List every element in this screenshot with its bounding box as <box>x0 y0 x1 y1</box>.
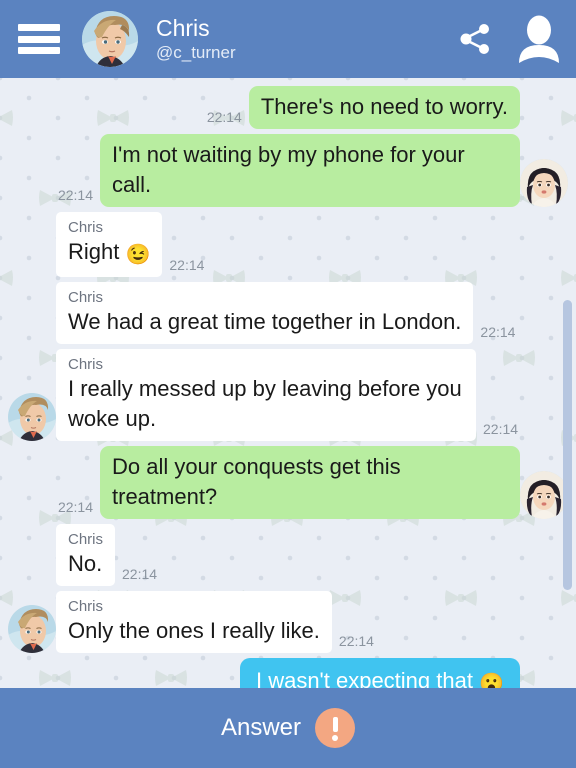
message-text-content: There's no need to worry. <box>260 94 508 119</box>
message-emoji: 😉 <box>125 244 151 266</box>
message-text: I wasn't expecting that 😮 <box>256 666 504 688</box>
chat-message-area[interactable]: 22:14 There's no need to worry. 22:14 I'm n… <box>0 78 576 688</box>
chris-avatar[interactable] <box>8 393 56 441</box>
message-text-content: Right <box>68 239 120 264</box>
message-sender: Chris <box>68 219 104 236</box>
message-row: Chris I really messed up by leaving befor… <box>0 349 576 441</box>
message-text: No. <box>68 549 103 579</box>
message-text: There's no need to worry. <box>261 92 508 122</box>
message-text: We had a great time together in London. <box>68 307 461 337</box>
message-text-content: We had a great time together in London. <box>68 309 462 334</box>
message-text: Only the ones I really like. <box>68 616 320 646</box>
message-text: I really messed up by leaving before you… <box>68 374 464 434</box>
message-bubble[interactable]: Chris Right 😉 <box>56 212 163 277</box>
avatar-slot <box>520 159 568 207</box>
person-icon[interactable] <box>516 15 562 63</box>
avatar-slot <box>8 605 56 653</box>
message-row: Chris Only the ones I really like. 22:14 <box>0 591 576 653</box>
bottom-action-bar: Answer <box>0 688 576 768</box>
exclamation-icon <box>315 708 356 748</box>
user-avatar[interactable] <box>520 159 568 207</box>
message-row: Chris Right 😉 22:14 <box>0 212 576 277</box>
message-row: Chris No. 22:14 <box>0 524 576 586</box>
message-text-content: Do all your conquests get this treatment… <box>112 454 401 509</box>
message-timestamp: 22:14 <box>480 324 516 340</box>
message-row: 22:14 Do all your conquests get this trea… <box>0 446 576 519</box>
message-text-content: No. <box>68 551 103 576</box>
user-avatar[interactable] <box>520 471 568 519</box>
message-timestamp: 22:14 <box>483 421 519 437</box>
message-sender: Chris <box>68 289 104 306</box>
hamburger-menu-icon[interactable] <box>18 24 60 54</box>
message-text: Do all your conquests get this treatment… <box>112 452 508 512</box>
message-row: 22:14 I'm not waiting by my phone for you… <box>0 134 576 207</box>
message-timestamp: 22:14 <box>57 187 93 203</box>
message-row: 22:14 There's no need to worry. <box>0 86 576 129</box>
message-emoji: 😮 <box>479 673 504 688</box>
hamburger-bar <box>18 47 60 54</box>
chris-avatar[interactable] <box>8 605 56 653</box>
header-avatar[interactable] <box>82 11 138 67</box>
message-text-content: Only the ones I really like. <box>68 618 320 643</box>
message-list: 22:14 There's no need to worry. 22:14 I'm n… <box>0 78 576 688</box>
header-handle: @c_turner <box>156 42 236 62</box>
message-timestamp: 22:14 <box>338 633 374 649</box>
message-sender: Chris <box>68 531 104 548</box>
message-text-content: I really messed up by leaving before you… <box>68 376 462 431</box>
message-row: Chris We had a great time together in Lon… <box>0 282 576 344</box>
answer-button[interactable]: Answer <box>220 708 356 748</box>
message-bubble[interactable]: I'm not waiting by my phone for your cal… <box>100 134 520 207</box>
message-text: Right 😉 <box>68 237 150 270</box>
message-timestamp: 22:14 <box>169 257 205 273</box>
message-bubble[interactable]: Chris I really messed up by leaving befor… <box>56 349 476 441</box>
header-username: Chris <box>156 14 210 41</box>
message-bubble[interactable]: Chris Only the ones I really like. <box>56 591 332 653</box>
answer-button-label: Answer <box>220 714 302 741</box>
hamburger-bar <box>18 35 60 43</box>
message-timestamp: 22:14 <box>57 499 93 515</box>
header-actions <box>458 15 562 63</box>
avatar-slot <box>8 393 56 441</box>
chat-scrollbar[interactable] <box>563 300 572 590</box>
message-text-content: I wasn't expecting that <box>255 668 473 688</box>
message-bubble[interactable]: I wasn't expecting that 😮 <box>239 658 520 688</box>
app-header: Chris @c_turner <box>0 0 576 78</box>
message-timestamp: 22:14 <box>206 109 242 125</box>
message-text: I'm not waiting by my phone for your cal… <box>112 140 508 200</box>
message-bubble[interactable]: Chris We had a great time together in Lon… <box>56 282 474 344</box>
hamburger-bar <box>18 24 60 31</box>
message-sender: Chris <box>68 356 104 373</box>
share-icon[interactable] <box>458 21 494 57</box>
chat-screen: Chris @c_turner 22:14 There's no need to… <box>0 0 576 768</box>
message-bubble[interactable]: Do all your conquests get this treatment… <box>100 446 520 519</box>
avatar-slot <box>520 471 568 519</box>
header-user-info: Chris @c_turner <box>156 15 458 64</box>
message-bubble[interactable]: There's no need to worry. <box>248 86 520 129</box>
message-sender: Chris <box>68 598 104 615</box>
message-bubble[interactable]: Chris No. <box>56 524 116 586</box>
message-row: I wasn't expecting that 😮 <box>0 658 576 688</box>
message-timestamp: 22:14 <box>122 566 158 582</box>
message-text-content: I'm not waiting by my phone for your cal… <box>112 142 465 197</box>
